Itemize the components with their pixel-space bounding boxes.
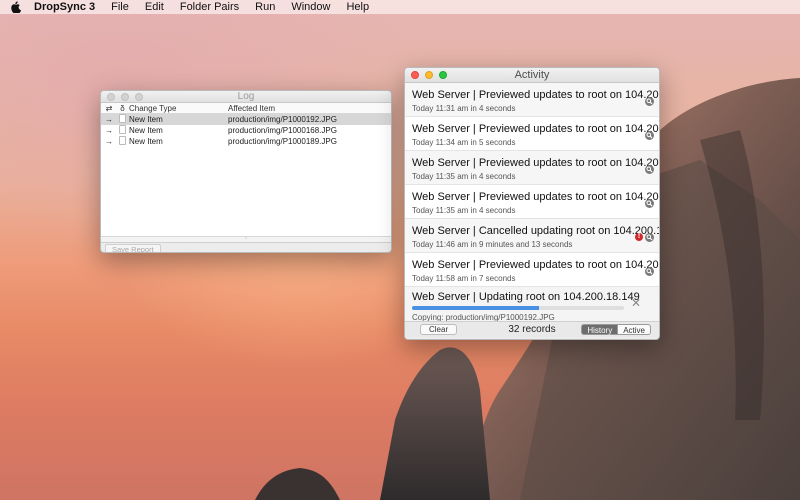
magnifier-icon[interactable] <box>645 131 654 140</box>
activity-item-title: Web Server | Cancelled updating root on … <box>412 225 659 237</box>
magnifier-icon[interactable] <box>645 267 654 276</box>
menu-bar: DropSync 3 File Edit Folder Pairs Run Wi… <box>0 0 800 14</box>
table-row[interactable]: → New Item production/img/P1000192.JPG <box>101 114 391 125</box>
menu-window[interactable]: Window <box>291 1 330 13</box>
segment-history[interactable]: History <box>581 324 618 335</box>
zoom-button[interactable] <box>135 92 143 101</box>
activity-window: Activity Web Server | Previewed updates … <box>404 67 660 340</box>
activity-item-time: Today 11:35 am in 4 seconds <box>412 206 516 215</box>
activity-item-in-progress[interactable]: Web Server | Updating root on 104.200.18… <box>405 287 659 322</box>
minimize-button[interactable] <box>121 92 129 101</box>
activity-list: Web Server | Previewed updates to root o… <box>405 83 659 322</box>
activity-item-title: Web Server | Previewed updates to root o… <box>412 157 659 169</box>
menu-folder-pairs[interactable]: Folder Pairs <box>180 1 239 13</box>
activity-item[interactable]: Web Server | Previewed updates to root o… <box>405 185 659 219</box>
log-window: Log ⇄ δ Change Type Affected Item → New … <box>100 90 392 253</box>
activity-item-time: Today 11:58 am in 7 seconds <box>412 274 516 283</box>
activity-item[interactable]: Web Server | Previewed updates to root o… <box>405 151 659 185</box>
log-table-header: ⇄ δ Change Type Affected Item <box>101 103 391 114</box>
document-icon <box>119 136 126 145</box>
close-button[interactable] <box>107 92 115 101</box>
stop-icon[interactable]: ✕ <box>631 297 641 309</box>
direction-arrow-icon: → <box>105 126 113 135</box>
activity-item-time: Today 11:31 am in 4 seconds <box>412 104 516 113</box>
direction-arrow-icon: → <box>105 115 113 124</box>
activity-footer: Clear 32 records History Active <box>405 321 659 337</box>
app-menu[interactable]: DropSync 3 <box>34 1 95 13</box>
activity-item[interactable]: Web Server | Cancelled updating root on … <box>405 219 659 253</box>
zoom-button[interactable] <box>439 71 447 79</box>
magnifier-icon[interactable] <box>645 233 654 242</box>
magnifier-icon[interactable] <box>645 165 654 174</box>
progress-bar-fill <box>412 306 540 310</box>
log-titlebar[interactable]: Log <box>101 91 391 103</box>
menu-run[interactable]: Run <box>255 1 275 13</box>
magnifier-icon[interactable] <box>645 97 654 106</box>
apple-icon[interactable] <box>10 1 22 13</box>
menu-file[interactable]: File <box>111 1 129 13</box>
error-badge-icon: ! <box>635 233 643 241</box>
view-segmented-control: History Active <box>581 324 651 335</box>
split-view-handle[interactable]: ◦ <box>101 236 391 242</box>
segment-active[interactable]: Active <box>617 324 651 335</box>
clear-button[interactable]: Clear <box>420 324 458 335</box>
progress-bar <box>412 306 624 310</box>
activity-item-time: Today 11:35 am in 4 seconds <box>412 172 516 181</box>
activity-item-title: Web Server | Previewed updates to root o… <box>412 123 659 135</box>
activity-item[interactable]: Web Server | Previewed updates to root o… <box>405 83 659 117</box>
menu-edit[interactable]: Edit <box>145 1 164 13</box>
column-header-change-type[interactable]: Change Type <box>128 104 228 113</box>
change-type-cell: New Item <box>129 126 163 135</box>
change-type-cell: New Item <box>129 137 163 146</box>
document-icon <box>119 114 126 123</box>
log-title: Log <box>237 91 255 102</box>
activity-item-title: Web Server | Previewed updates to root o… <box>412 191 659 203</box>
affected-item-cell: production/img/P1000192.JPG <box>228 115 337 124</box>
close-button[interactable] <box>411 71 419 79</box>
minimize-button[interactable] <box>425 71 433 79</box>
magnifier-icon[interactable] <box>645 199 654 208</box>
column-header-direction[interactable]: ⇄ <box>101 104 117 113</box>
save-report-button[interactable]: Save Report <box>105 243 161 252</box>
column-header-kind[interactable]: δ <box>117 104 128 113</box>
menu-help[interactable]: Help <box>346 1 369 13</box>
activity-item-time: Today 11:46 am in 9 minutes and 13 secon… <box>412 240 573 249</box>
direction-arrow-icon: → <box>105 137 113 146</box>
table-row[interactable]: → New Item production/img/P1000168.JPG <box>101 125 391 136</box>
activity-item-title: Web Server | Updating root on 104.200.18… <box>412 291 640 303</box>
activity-item[interactable]: Web Server | Previewed updates to root o… <box>405 117 659 151</box>
document-icon <box>119 125 126 134</box>
column-header-affected-item[interactable]: Affected Item <box>228 104 391 113</box>
affected-item-cell: production/img/P1000189.JPG <box>228 137 337 146</box>
change-type-cell: New Item <box>129 115 163 124</box>
log-table: ⇄ δ Change Type Affected Item → New Item… <box>101 103 391 243</box>
activity-titlebar[interactable]: Activity <box>405 68 659 83</box>
table-row[interactable]: → New Item production/img/P1000189.JPG <box>101 136 391 147</box>
affected-item-cell: production/img/P1000168.JPG <box>228 126 337 135</box>
activity-item[interactable]: Web Server | Previewed updates to root o… <box>405 253 659 287</box>
activity-item-time: Today 11:34 am in 5 seconds <box>412 138 516 147</box>
log-footer: Save Report <box>101 243 391 252</box>
activity-item-title: Web Server | Previewed updates to root o… <box>412 89 659 101</box>
activity-item-title: Web Server | Previewed updates to root o… <box>412 259 659 271</box>
